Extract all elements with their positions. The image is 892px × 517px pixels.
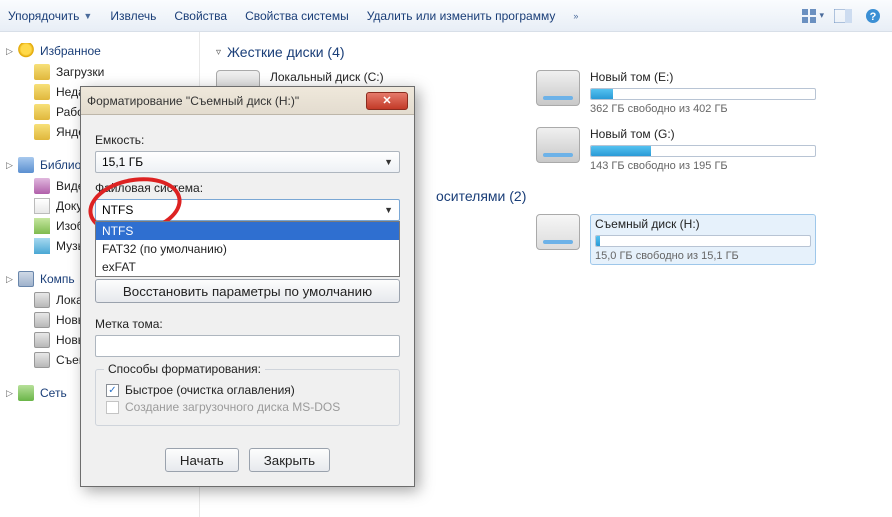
disk-removable-h[interactable]: Съемный диск (H:) 15,0 ГБ свободно из 15… xyxy=(536,214,816,265)
dialog-title: Форматирование "Съемный диск (H:)" xyxy=(87,94,299,108)
filesystem-value: NTFS xyxy=(102,203,133,217)
volume-label-label: Метка тома: xyxy=(95,317,400,331)
filesystem-combo[interactable]: NTFS ▼ NTFS FAT32 (по умолчанию) exFAT xyxy=(95,199,400,221)
checkbox-icon: ✓ xyxy=(106,384,119,397)
folder-icon xyxy=(34,64,50,80)
capacity-bar xyxy=(590,88,816,100)
collapse-icon: ▿ xyxy=(216,47,221,58)
volume-label-input[interactable] xyxy=(95,335,400,357)
capacity-bar xyxy=(595,235,811,247)
toolbar-organize-label: Упорядочить xyxy=(8,9,79,23)
chevron-down-icon: ▼ xyxy=(83,11,92,21)
sidebar-favorites-head[interactable]: ▷ Избранное xyxy=(0,40,199,62)
toolbar-right: ▾ ? xyxy=(802,5,884,27)
capacity-bar xyxy=(590,145,816,157)
documents-icon xyxy=(34,198,50,214)
fs-option-exfat[interactable]: exFAT xyxy=(96,258,399,276)
format-dialog: Форматирование "Съемный диск (H:)" ✕ Емк… xyxy=(80,86,415,487)
help-icon[interactable]: ? xyxy=(862,5,884,27)
music-icon xyxy=(34,238,50,254)
msdos-checkbox: Создание загрузочного диска MS-DOS xyxy=(106,400,389,414)
disk-free: 362 ГБ свободно из 402 ГБ xyxy=(590,103,816,115)
folder-icon xyxy=(34,124,50,140)
hdd-icon xyxy=(536,127,580,163)
toolbar-system-properties[interactable]: Свойства системы xyxy=(245,9,349,23)
star-icon xyxy=(18,43,34,59)
group-legend: Способы форматирования: xyxy=(104,362,265,376)
disk-free: 15,0 ГБ свободно из 15,1 ГБ xyxy=(595,250,811,262)
toolbar-properties[interactable]: Свойства xyxy=(174,9,227,23)
fs-option-ntfs[interactable]: NTFS xyxy=(96,222,399,240)
capacity-combo[interactable]: 15,1 ГБ ▼ xyxy=(95,151,400,173)
removable-icon xyxy=(536,214,580,250)
filesystem-label: Файловая система: xyxy=(95,181,400,195)
toolbar: Упорядочить ▼ Извлечь Свойства Свойства … xyxy=(0,0,892,32)
drive-icon xyxy=(34,332,50,348)
filesystem-dropdown: NTFS FAT32 (по умолчанию) exFAT xyxy=(95,221,400,277)
disk-name: Съемный диск (H:) xyxy=(595,217,811,231)
disk-free: 143 ГБ свободно из 195 ГБ xyxy=(590,160,816,172)
images-icon xyxy=(34,218,50,234)
collapse-icon: ▷ xyxy=(6,388,13,399)
restore-defaults-button[interactable]: Восстановить параметры по умолчанию xyxy=(95,279,400,303)
folder-icon xyxy=(34,84,50,100)
view-icon[interactable]: ▾ xyxy=(802,5,824,27)
disk-name: Новый том (G:) xyxy=(590,127,816,141)
disk-name: Новый том (E:) xyxy=(590,70,816,84)
disk-name: Локальный диск (C:) xyxy=(270,70,496,84)
chevron-down-icon: ▼ xyxy=(384,205,393,215)
svg-text:?: ? xyxy=(870,11,877,23)
fs-option-fat32[interactable]: FAT32 (по умолчанию) xyxy=(96,240,399,258)
media-section-head[interactable]: осителями (2) xyxy=(436,188,876,204)
toolbar-uninstall[interactable]: Удалить или изменить программу xyxy=(367,9,556,23)
format-options-group: Способы форматирования: ✓ Быстрое (очист… xyxy=(95,369,400,426)
libraries-icon xyxy=(18,157,34,173)
chevron-right-icon: » xyxy=(573,11,578,21)
drive-icon xyxy=(34,312,50,328)
preview-pane-icon[interactable] xyxy=(832,5,854,27)
drive-icon xyxy=(34,292,50,308)
chevron-down-icon: ▼ xyxy=(384,157,393,167)
hdd-icon xyxy=(536,70,580,106)
toolbar-extract[interactable]: Извлечь xyxy=(110,9,156,23)
sidebar-item-downloads[interactable]: Загрузки xyxy=(0,62,199,82)
dialog-titlebar[interactable]: Форматирование "Съемный диск (H:)" ✕ xyxy=(81,87,414,115)
quick-format-checkbox[interactable]: ✓ Быстрое (очистка оглавления) xyxy=(106,383,389,397)
hdd-section-head[interactable]: ▿ Жесткие диски (4) xyxy=(216,44,876,60)
collapse-icon: ▷ xyxy=(6,160,13,171)
capacity-value: 15,1 ГБ xyxy=(102,155,143,169)
toolbar-more[interactable]: » xyxy=(573,11,578,21)
checkbox-icon xyxy=(106,401,119,414)
disk-vol-g[interactable]: Новый том (G:) 143 ГБ свободно из 195 ГБ xyxy=(536,127,816,172)
close-button[interactable]: ✕ xyxy=(366,92,408,110)
collapse-icon: ▷ xyxy=(6,46,13,57)
start-button[interactable]: Начать xyxy=(165,448,239,472)
close-dialog-button[interactable]: Закрыть xyxy=(249,448,330,472)
collapse-icon: ▷ xyxy=(6,274,13,285)
computer-icon xyxy=(18,271,34,287)
capacity-label: Емкость: xyxy=(95,133,400,147)
toolbar-organize[interactable]: Упорядочить ▼ xyxy=(8,9,92,23)
close-icon: ✕ xyxy=(382,94,391,107)
drive-icon xyxy=(34,352,50,368)
video-icon xyxy=(34,178,50,194)
folder-icon xyxy=(34,104,50,120)
disk-vol-e[interactable]: Новый том (E:) 362 ГБ свободно из 402 ГБ xyxy=(536,70,816,115)
network-icon xyxy=(18,385,34,401)
